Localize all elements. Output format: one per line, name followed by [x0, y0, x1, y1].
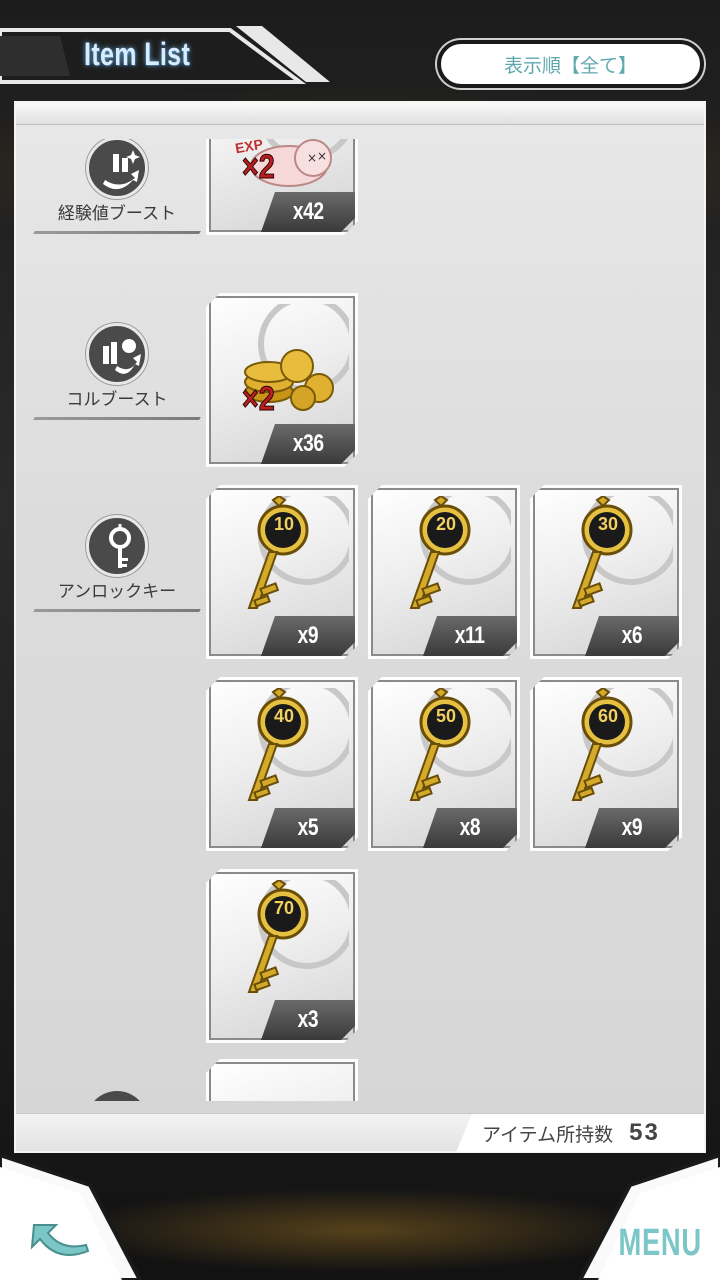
category-underline [33, 231, 201, 234]
category-label: コルブースト [66, 390, 168, 410]
back-button[interactable] [0, 1155, 160, 1280]
category-label: アンロックキー [57, 582, 177, 602]
item-quantity: x42 [261, 192, 355, 232]
key-number: 30 [597, 514, 619, 534]
item-card-key[interactable]: 70 x3 [206, 869, 358, 1043]
item-card-exp-boost[interactable]: × × EXP ×2 x42 [206, 139, 358, 235]
item-count-bar: アイテム所持数 53 [16, 1113, 704, 1152]
item-card-key[interactable]: 10 x9 [206, 485, 358, 659]
item-scroll-area[interactable]: 経験値ブースト × × EXP ×2 x42 コルブースト ×2 x36 アンロ… [16, 139, 704, 1101]
item-quantity: x3 [261, 1000, 355, 1040]
item-quantity: x9 [585, 808, 679, 848]
key-number: 20 [435, 514, 457, 534]
item-card-partial[interactable] [206, 1059, 358, 1101]
item-quantity: x6 [585, 616, 679, 656]
category-exp-boost: 経験値ブースト [33, 139, 201, 237]
page-title: Item List [84, 36, 191, 72]
category-underline [33, 417, 201, 420]
item-card-key[interactable]: 20 x11 [368, 485, 520, 659]
item-quantity: x5 [261, 808, 355, 848]
menu-button[interactable]: MENU [619, 1222, 702, 1265]
exp-boost-icon [86, 139, 148, 199]
item-card-key[interactable]: 50 x8 [368, 677, 520, 851]
col-boost-icon [86, 323, 148, 385]
item-card-key[interactable]: 60 x9 [530, 677, 682, 851]
multiplier-label: ×2 [241, 380, 275, 418]
coins-item-icon [217, 304, 349, 422]
next-category-icon [86, 1091, 148, 1101]
item-list-panel: 経験値ブースト × × EXP ×2 x42 コルブースト ×2 x36 アンロ… [14, 101, 706, 1153]
category-label: 経験値ブースト [57, 204, 177, 224]
item-card-key[interactable]: 40 x5 [206, 677, 358, 851]
key-number: 60 [597, 706, 619, 726]
svg-text:×: × [317, 149, 327, 163]
item-count-tag: アイテム所持数 53 [456, 1114, 704, 1152]
item-quantity: x9 [261, 616, 355, 656]
category-underline [33, 609, 201, 612]
sort-order-button[interactable]: 表示順【全て】 [437, 40, 704, 88]
key-number: 50 [435, 706, 457, 726]
item-card-col-boost[interactable]: ×2 x36 [206, 293, 358, 467]
item-count-value: 53 [629, 1119, 660, 1146]
sort-order-label: 表示順【全て】 [503, 54, 637, 77]
item-count-label: アイテム所持数 [482, 1123, 614, 1146]
key-number: 70 [273, 898, 295, 918]
item-quantity: x8 [423, 808, 517, 848]
item-quantity: x11 [423, 616, 517, 656]
item-quantity: x36 [261, 424, 355, 464]
category-col-boost: コルブースト [33, 323, 201, 423]
item-card-key[interactable]: 30 x6 [530, 485, 682, 659]
svg-text:×: × [307, 151, 317, 165]
multiplier-label: ×2 [241, 148, 275, 186]
key-number: 40 [273, 706, 295, 726]
key-icon [86, 515, 148, 577]
panel-top-bar [16, 103, 704, 125]
category-unlock-key: アンロックキー [33, 515, 201, 615]
key-number: 10 [273, 514, 295, 534]
